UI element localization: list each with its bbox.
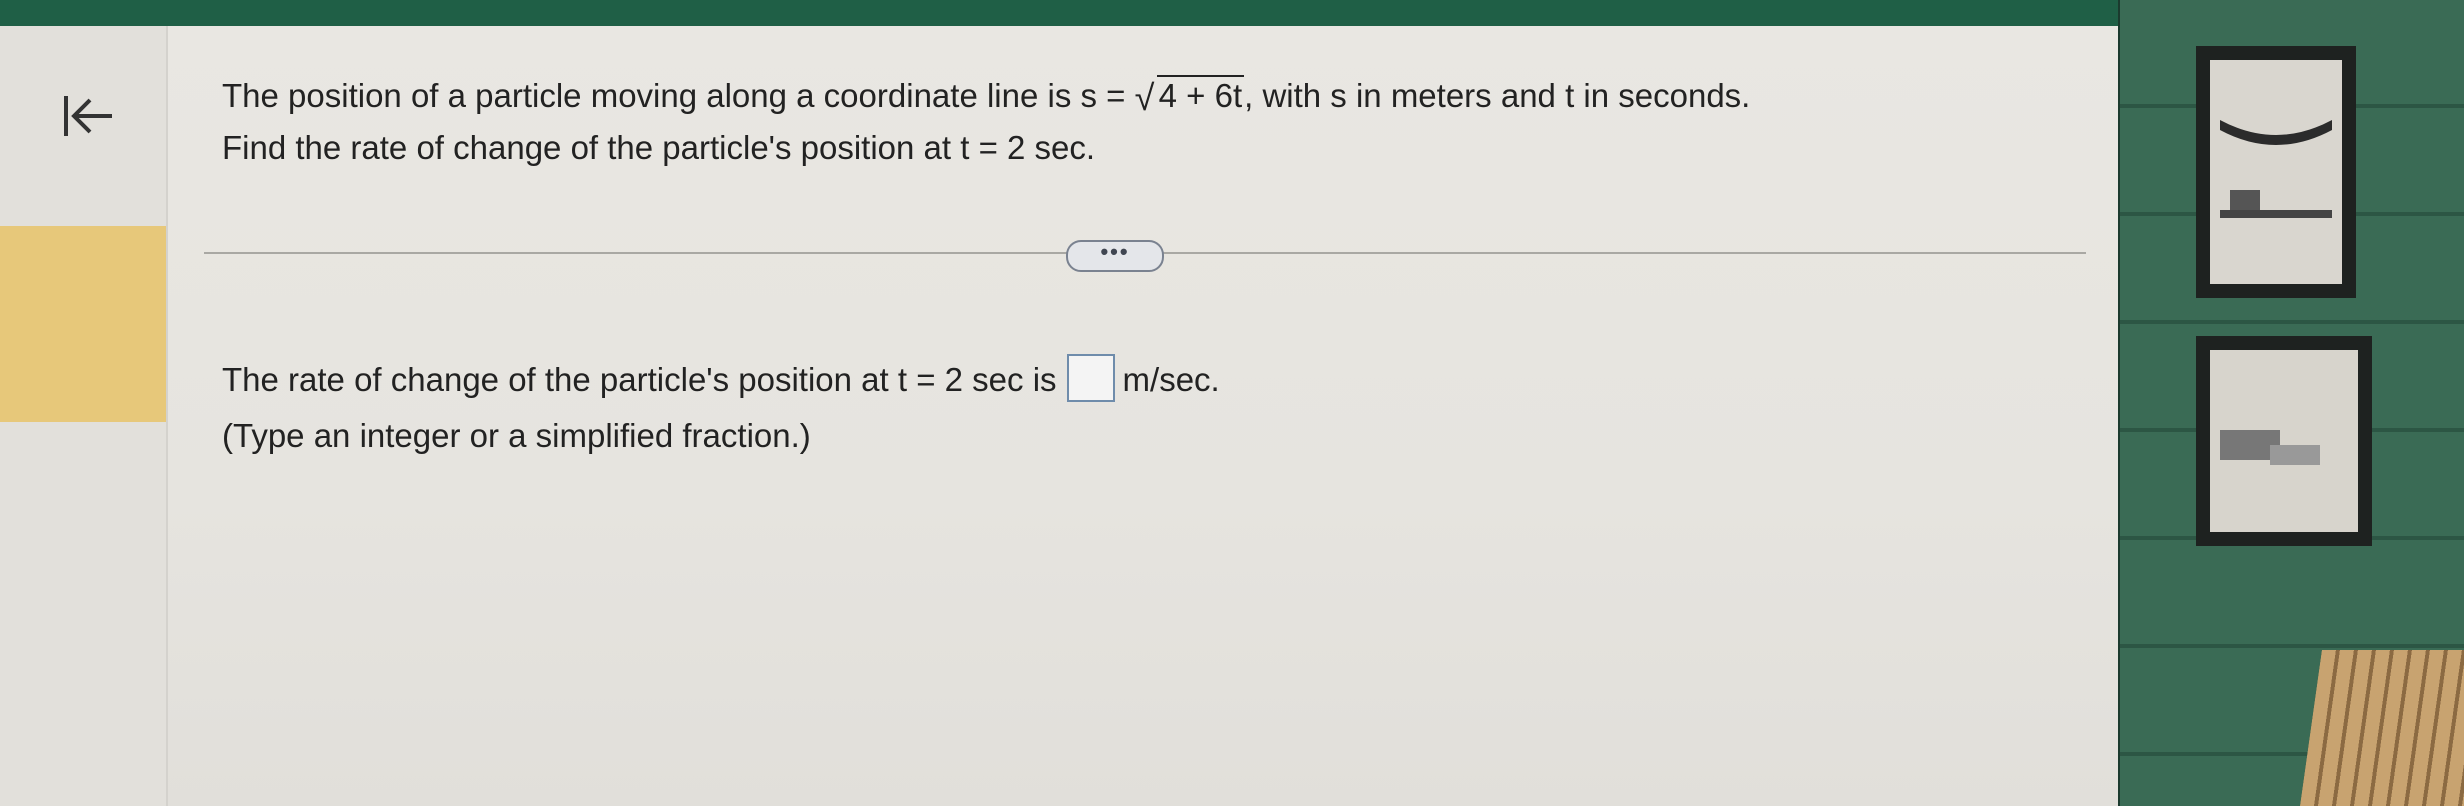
nav-highlight xyxy=(0,226,166,422)
answer-hint: (Type an integer or a simplified fractio… xyxy=(222,417,811,454)
arrow-left-bar-icon xyxy=(64,96,112,136)
left-nav xyxy=(0,26,168,806)
more-dots-icon: ••• xyxy=(1100,239,1130,264)
sqrt-radicand: 4 + 6t xyxy=(1156,75,1245,114)
answer-unit: m/sec. xyxy=(1122,361,1220,398)
question-text: The position of a particle moving along … xyxy=(222,70,2072,174)
answer-section: The rate of change of the particle's pos… xyxy=(222,352,2072,464)
question-line-2: Find the rate of change of the particle'… xyxy=(222,129,1096,166)
top-bar xyxy=(0,0,2120,26)
chair xyxy=(2300,650,2464,806)
question-line-1: The position of a particle moving along … xyxy=(222,70,2072,122)
answer-input[interactable] xyxy=(1066,354,1115,403)
radical-sign: √ xyxy=(1134,77,1155,118)
question-line1-suffix: , with s in meters and t in seconds. xyxy=(1244,77,1751,114)
sqrt-expression: √ 4 + 6t xyxy=(1134,70,1245,122)
answer-line: The rate of change of the particle's pos… xyxy=(222,352,2072,408)
question-line1-prefix: The position of a particle moving along … xyxy=(222,77,1126,114)
wall-picture-frame xyxy=(2196,336,2372,546)
answer-prefix: The rate of change of the particle's pos… xyxy=(222,361,1057,398)
screen: The position of a particle moving along … xyxy=(0,26,2118,806)
wall-picture xyxy=(2210,350,2358,532)
back-button[interactable] xyxy=(56,84,120,148)
wall-picture xyxy=(2210,60,2342,284)
more-button[interactable]: ••• xyxy=(1066,240,1164,272)
wall-picture-frame xyxy=(2196,46,2356,298)
